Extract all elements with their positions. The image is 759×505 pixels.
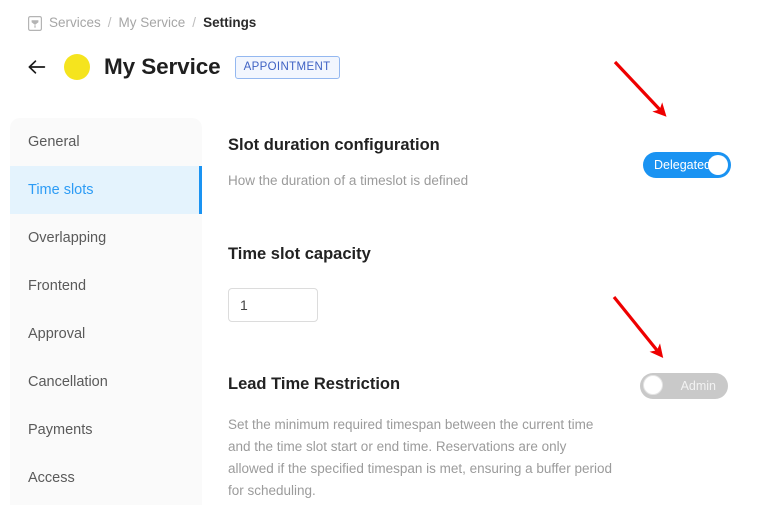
sidebar-item-label: Payments xyxy=(28,422,93,438)
capacity-input[interactable] xyxy=(228,288,318,322)
sidebar-item-overlapping[interactable]: Overlapping xyxy=(10,214,202,262)
toggle-knob-icon xyxy=(708,155,728,175)
lead-time-toggle[interactable]: Admin xyxy=(640,373,728,399)
lead-time-title: Lead Time Restriction xyxy=(228,375,401,393)
service-card-icon xyxy=(28,15,42,31)
page-header: My Service APPOINTMENT xyxy=(26,48,340,86)
sidebar-item-label: Frontend xyxy=(28,278,87,294)
sidebar-item-label: Time slots xyxy=(28,182,94,198)
sidebar-item-frontend[interactable]: Frontend xyxy=(10,262,202,310)
sidebar-item-label: Approval xyxy=(28,326,86,342)
sidebar-item-payments[interactable]: Payments xyxy=(10,406,202,454)
slot-duration-toggle[interactable]: Delegated xyxy=(643,152,731,178)
lead-time-description: Set the minimum required timespan betwee… xyxy=(228,417,612,498)
page-title: My Service xyxy=(104,54,221,79)
status-badge: APPOINTMENT xyxy=(234,55,340,79)
breadcrumb-item-settings: Settings xyxy=(203,15,257,30)
sidebar-item-label: Access xyxy=(28,470,75,486)
lead-time-toggle-label: Admin xyxy=(680,379,716,393)
section-lead-time-restriction: Lead Time Restriction Set the minimum re… xyxy=(228,373,759,502)
breadcrumb: Services / My Service / Settings xyxy=(28,14,256,32)
sidebar-item-approval[interactable]: Approval xyxy=(10,310,202,358)
slot-duration-title: Slot duration configuration xyxy=(228,136,440,154)
section-slot-duration: Slot duration configuration How the dura… xyxy=(228,134,759,192)
sidebar-item-cancellation[interactable]: Cancellation xyxy=(10,358,202,406)
arrow-to-delegated-toggle xyxy=(613,60,667,117)
sidebar-item-label: Overlapping xyxy=(28,230,107,246)
service-color-avatar xyxy=(64,54,90,80)
breadcrumb-separator: / xyxy=(107,15,112,30)
breadcrumb-item-my-service[interactable]: My Service xyxy=(119,14,186,32)
sidebar-item-label: Cancellation xyxy=(28,374,108,390)
slot-duration-toggle-label: Delegated xyxy=(654,158,711,172)
toggle-knob-icon xyxy=(643,375,663,395)
settings-sidebar: General Time slots Overlapping Frontend … xyxy=(10,118,202,505)
settings-content: Slot duration configuration How the dura… xyxy=(228,118,759,505)
back-arrow-icon[interactable] xyxy=(26,56,48,78)
sidebar-item-access[interactable]: Access xyxy=(10,454,202,502)
section-time-slot-capacity: Time slot capacity xyxy=(228,243,759,322)
capacity-title: Time slot capacity xyxy=(228,245,371,263)
sidebar-item-time-slots[interactable]: Time slots xyxy=(10,166,202,214)
sidebar-item-general[interactable]: General xyxy=(10,118,202,166)
breadcrumb-separator: / xyxy=(192,15,197,30)
settings-page: Services / My Service / Settings My Serv… xyxy=(0,0,759,505)
slot-duration-description: How the duration of a timeslot is define… xyxy=(228,173,469,188)
breadcrumb-item-services[interactable]: Services xyxy=(49,14,101,32)
sidebar-item-label: General xyxy=(28,134,80,150)
